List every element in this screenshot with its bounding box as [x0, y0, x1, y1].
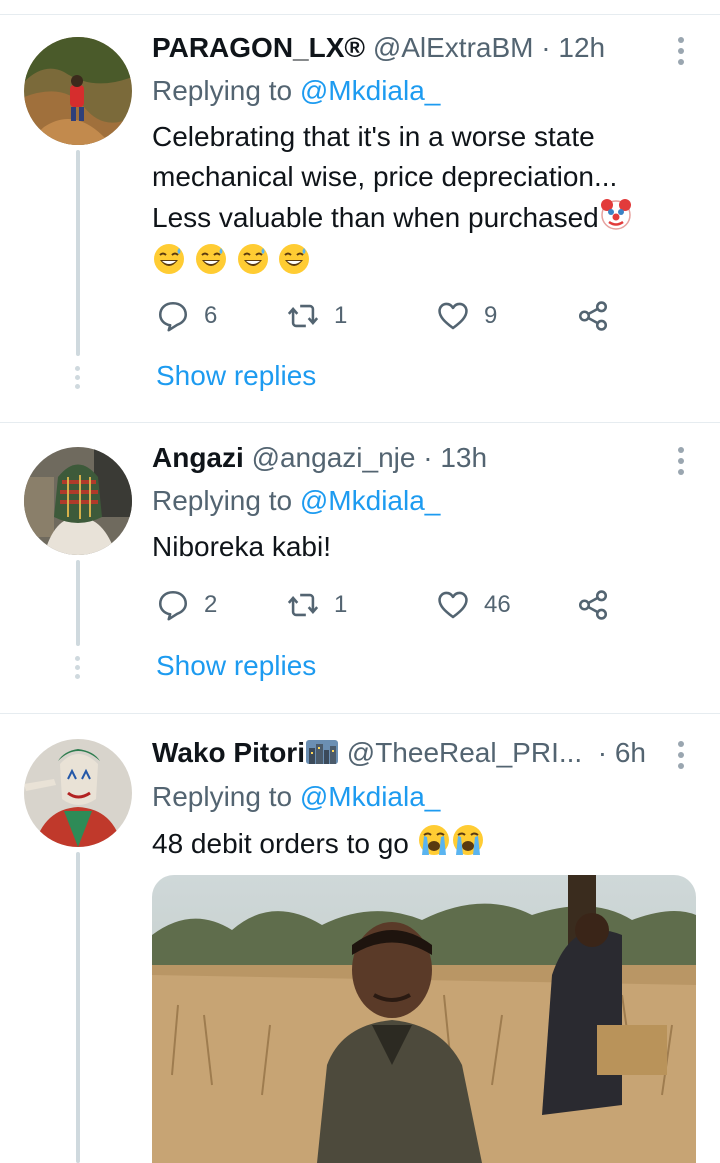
reply-button[interactable]: 2 [156, 585, 217, 625]
user-handle[interactable]: @TheeReal_PRI... [347, 737, 582, 768]
tweet-text-line-content: Less valuable than when purchased [152, 202, 599, 233]
show-replies-link[interactable]: Show replies [156, 360, 316, 392]
thread-dots [74, 656, 82, 683]
retweet-count: 1 [334, 591, 348, 618]
avatar[interactable] [24, 739, 132, 847]
thread-dots [74, 366, 82, 393]
share-button[interactable] [576, 296, 610, 336]
mention-link[interactable]: @Mkdiala_ [300, 781, 440, 812]
separator: · [423, 442, 433, 473]
cityscape-icon [305, 736, 339, 774]
timestamp[interactable]: 13h [440, 442, 487, 473]
user-handle[interactable]: @angazi_nje [252, 442, 416, 473]
tweet-text-content: 48 debit orders to go [152, 828, 409, 859]
tweet-header: PARAGON_LX® @AlExtraBM · 12h [152, 31, 605, 65]
like-button[interactable]: 46 [436, 585, 511, 625]
grinning-sweat-icon [277, 242, 311, 287]
display-name[interactable]: Wako Pitori [152, 737, 305, 768]
replying-label: Replying to [152, 485, 293, 516]
retweet-button[interactable]: 1 [286, 585, 347, 625]
avatar[interactable] [24, 447, 132, 555]
share-icon [578, 301, 608, 331]
like-count: 9 [484, 302, 498, 329]
tweet-text-line: Less valuable than when purchased [152, 197, 692, 242]
reply-bubble-icon [158, 590, 188, 621]
separator: · [541, 32, 551, 63]
user-handle[interactable]: @AlExtraBM [373, 32, 534, 63]
heart-icon [438, 591, 468, 619]
display-name[interactable]: Angazi [152, 442, 244, 473]
mention-link[interactable]: @Mkdiala_ [300, 75, 440, 106]
heart-icon [438, 302, 468, 330]
tweet-divider [0, 713, 720, 714]
reply-count: 6 [204, 302, 218, 329]
replying-label: Replying to [152, 781, 293, 812]
retweet-button[interactable]: 1 [286, 296, 347, 336]
thread-line [76, 852, 80, 1163]
emoji-row [152, 242, 692, 282]
grinning-sweat-icon [236, 242, 270, 287]
timestamp[interactable]: 12h [558, 32, 605, 63]
more-vertical-icon[interactable] [678, 37, 686, 70]
thread-line [76, 150, 80, 356]
retweet-count: 1 [334, 302, 348, 329]
share-icon [578, 590, 608, 620]
tweet-text: Niboreka kabi! [152, 531, 331, 562]
loudly-crying-face-icon [417, 823, 451, 868]
tweet-header: Angazi @angazi_nje · 13h [152, 441, 487, 475]
replying-to: Replying to @Mkdiala_ [152, 484, 440, 518]
mention-link[interactable]: @Mkdiala_ [300, 485, 440, 516]
like-count: 46 [484, 591, 511, 618]
tweet-text-line: mechanical wise, price depreciation... [152, 161, 618, 192]
loudly-crying-face-icon [451, 823, 485, 868]
tweet-text: 48 debit orders to go [152, 823, 692, 868]
tweet-actions: 6 1 9 [152, 296, 632, 336]
grinning-sweat-icon [152, 242, 186, 287]
replying-label: Replying to [152, 75, 293, 106]
replying-to: Replying to @Mkdiala_ [152, 780, 440, 814]
timestamp[interactable]: 6h [615, 737, 646, 768]
show-replies-link[interactable]: Show replies [156, 650, 316, 682]
reply-bubble-icon [158, 301, 188, 332]
share-button[interactable] [576, 585, 610, 625]
avatar[interactable] [24, 37, 132, 145]
retweet-icon [287, 304, 319, 328]
display-name[interactable]: PARAGON_LX® [152, 32, 365, 63]
top-border [0, 0, 720, 15]
like-button[interactable]: 9 [436, 296, 497, 336]
separator: · [589, 737, 608, 768]
tweet-text-line: Celebrating that it's in a worse state [152, 121, 595, 152]
grinning-sweat-icon [194, 242, 228, 287]
retweet-icon [287, 593, 319, 617]
more-vertical-icon[interactable] [678, 447, 686, 480]
more-vertical-icon[interactable] [678, 741, 686, 774]
replying-to: Replying to @Mkdiala_ [152, 74, 440, 108]
tweet-media-image[interactable] [152, 875, 696, 1163]
thread-line [76, 560, 80, 646]
tweet-divider [0, 422, 720, 423]
reply-count: 2 [204, 591, 218, 618]
tweet-actions: 2 1 46 [152, 585, 632, 625]
tweet-header: Wako Pitori @TheeReal_PRI... · 6h [152, 736, 646, 774]
tweet-text: Celebrating that it's in a worse state m… [152, 117, 692, 282]
reply-button[interactable]: 6 [156, 296, 217, 336]
clown-face-icon [599, 197, 633, 242]
